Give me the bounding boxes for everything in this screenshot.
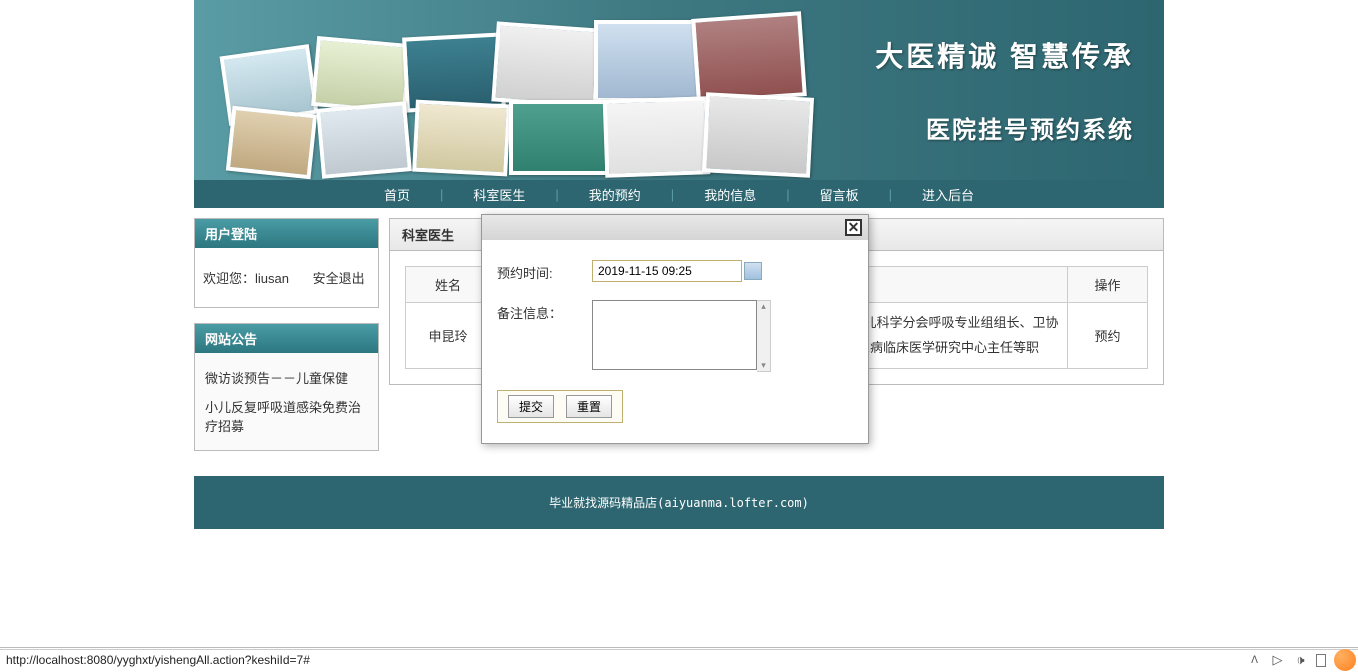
scrollbar[interactable]: ▴▾ — [757, 300, 771, 372]
volume-icon[interactable]: 🕩 — [1293, 653, 1308, 668]
close-button[interactable]: ✕ — [845, 219, 862, 236]
appointment-modal: ✕ 预约时间: 备注信息： ▴▾ 提交 重置 — [481, 214, 869, 444]
remark-label: 备注信息： — [497, 300, 592, 322]
notice-panel: 网站公告 微访谈预告－－儿童保健 小儿反复呼吸道感染免费治疗招募 — [194, 323, 379, 451]
close-icon: ✕ — [848, 219, 860, 236]
cell-name: 申昆玲 — [406, 303, 491, 369]
login-panel-title: 用户登陆 — [195, 219, 378, 248]
banner: 大医精诚 智慧传承 医院挂号预约系统 — [194, 0, 1164, 180]
navbar: 首页 | 科室医生 | 我的预约 | 我的信息 | 留言板 | 进入后台 — [194, 180, 1164, 208]
time-input[interactable] — [592, 260, 742, 282]
login-panel: 用户登陆 欢迎您：liusan 安全退出 — [194, 218, 379, 308]
status-bar: http://localhost:8080/yyghxt/yishengAll.… — [0, 649, 1358, 672]
notice-item[interactable]: 微访谈预告－－儿童保健 — [205, 363, 368, 392]
th-name: 姓名 — [406, 267, 491, 303]
nav-my-info[interactable]: 我的信息 — [674, 185, 786, 204]
notice-item[interactable]: 小儿反复呼吸道感染免费治疗招募 — [205, 392, 368, 440]
footer: 毕业就找源码精品店(aiyuanma.lofter.com) — [194, 476, 1164, 529]
banner-title-1: 大医精诚 智慧传承 — [875, 35, 1134, 75]
remark-input[interactable] — [592, 300, 757, 370]
submit-button[interactable]: 提交 — [508, 395, 554, 418]
tray-icon[interactable]: ▷ — [1270, 653, 1285, 668]
time-label: 预约时间: — [497, 260, 592, 282]
nav-doctors[interactable]: 科室医生 — [443, 185, 555, 204]
nav-message[interactable]: 留言板 — [790, 185, 889, 204]
nav-home[interactable]: 首页 — [354, 185, 440, 204]
username-label: liusan — [255, 271, 289, 286]
reset-button[interactable]: 重置 — [566, 395, 612, 418]
tray-icon[interactable] — [1316, 654, 1326, 667]
welcome-label: 欢迎您： — [203, 271, 255, 286]
notice-panel-title: 网站公告 — [195, 324, 378, 353]
banner-title-2: 医院挂号预约系统 — [875, 110, 1134, 145]
modal-titlebar: ✕ — [482, 215, 868, 240]
calendar-icon[interactable] — [744, 262, 762, 280]
status-url: http://localhost:8080/yyghxt/yishengAll.… — [6, 653, 310, 667]
th-action: 操作 — [1068, 267, 1148, 303]
nav-my-appointment[interactable]: 我的预约 — [559, 185, 671, 204]
nav-admin[interactable]: 进入后台 — [892, 185, 1004, 204]
banner-images — [214, 10, 754, 175]
tray-expand-icon[interactable]: ᐱ — [1247, 653, 1262, 668]
logout-link[interactable]: 安全退出 — [313, 271, 365, 286]
tray-notification-icon[interactable] — [1334, 649, 1356, 671]
system-tray: ᐱ ▷ 🕩 — [1247, 649, 1356, 671]
appointment-link[interactable]: 预约 — [1094, 329, 1120, 344]
footer-text: 毕业就找源码精品店(aiyuanma.lofter.com) — [549, 496, 809, 510]
